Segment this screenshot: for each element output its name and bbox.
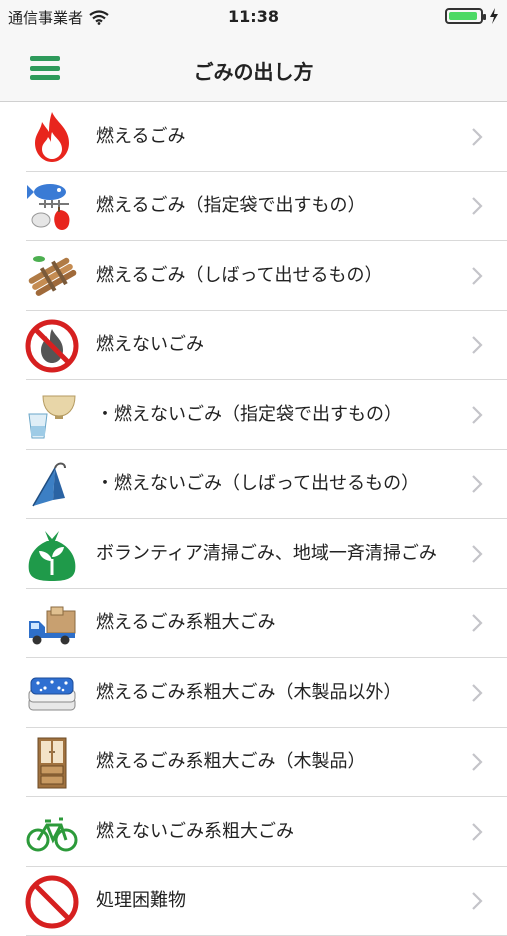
list-item[interactable]: 燃えるごみ — [0, 102, 507, 172]
list-item-label: 燃えるごみ（指定袋で出すもの） — [96, 172, 459, 242]
umbrella-icon — [25, 458, 79, 512]
chevron-right-icon — [471, 891, 483, 911]
green-bag-icon — [25, 527, 79, 581]
chevron-right-icon — [471, 683, 483, 703]
chevron-right-icon — [471, 752, 483, 772]
battery-icon — [445, 8, 483, 24]
chevron-right-icon — [471, 822, 483, 842]
list-item[interactable]: 燃えないごみ系粗大ごみ — [0, 797, 507, 867]
fire-icon — [25, 110, 79, 164]
list-item[interactable]: 燃えるごみ（指定袋で出すもの） — [0, 172, 507, 242]
navigation-bar: ごみの出し方 — [0, 34, 507, 102]
list-item[interactable]: 燃えるごみ系粗大ごみ — [0, 589, 507, 659]
no-fire-icon — [25, 319, 79, 373]
status-time: 11:38 — [0, 7, 507, 26]
list-item[interactable]: ・燃えないごみ（しばって出せるもの） — [0, 450, 507, 520]
futon-icon — [25, 666, 79, 720]
truck-icon — [25, 597, 79, 651]
list-item[interactable]: ・燃えないごみ（指定袋で出すもの） — [0, 380, 507, 450]
list-item-label: 燃えないごみ系粗大ごみ — [96, 797, 459, 867]
list-item-label: 燃えるごみ（しばって出せるもの） — [96, 241, 459, 311]
list-item-label: 燃えるごみ系粗大ごみ（木製品） — [96, 728, 459, 798]
garbage-type-list: 燃えるごみ 燃えるごみ（指定袋で出すもの） 燃えるごみ（しばって出 — [0, 102, 507, 936]
list-item-label: 燃えるごみ系粗大ごみ（木製品以外） — [96, 658, 459, 728]
list-item-label: ・燃えないごみ（指定袋で出すもの） — [96, 380, 459, 450]
status-right — [445, 8, 499, 24]
prohibited-icon — [25, 875, 79, 929]
list-item-label: 処理困難物 — [96, 867, 459, 936]
chevron-right-icon — [471, 335, 483, 355]
list-item[interactable]: 燃えるごみ（しばって出せるもの） — [0, 241, 507, 311]
list-item[interactable]: 処理困難物 — [0, 867, 507, 936]
chevron-right-icon — [471, 613, 483, 633]
chevron-right-icon — [471, 127, 483, 147]
list-item[interactable]: 燃えるごみ系粗大ごみ（木製品） — [0, 728, 507, 798]
list-item-label: ボランティア清掃ごみ、地域一斉清掃ごみ — [96, 519, 459, 589]
chevron-right-icon — [471, 544, 483, 564]
bicycle-icon — [25, 805, 79, 859]
charging-bolt-icon — [489, 8, 499, 24]
kitchen-waste-icon — [25, 180, 79, 234]
chevron-right-icon — [471, 405, 483, 425]
status-bar: 通信事業者 11:38 — [0, 0, 507, 34]
page-title: ごみの出し方 — [0, 56, 507, 85]
bowl-cup-icon — [25, 388, 79, 442]
wardrobe-icon — [25, 736, 79, 790]
list-item-label: 燃えるごみ系粗大ごみ — [96, 589, 459, 659]
bundled-branches-icon — [25, 249, 79, 303]
chevron-right-icon — [471, 474, 483, 494]
list-item[interactable]: 燃えないごみ — [0, 311, 507, 381]
list-item-label: 燃えないごみ — [96, 311, 459, 381]
list-item-label: 燃えるごみ — [96, 102, 459, 172]
chevron-right-icon — [471, 196, 483, 216]
list-item-label: ・燃えないごみ（しばって出せるもの） — [96, 450, 459, 520]
list-item[interactable]: ボランティア清掃ごみ、地域一斉清掃ごみ — [0, 519, 507, 589]
list-item[interactable]: 燃えるごみ系粗大ごみ（木製品以外） — [0, 658, 507, 728]
chevron-right-icon — [471, 266, 483, 286]
